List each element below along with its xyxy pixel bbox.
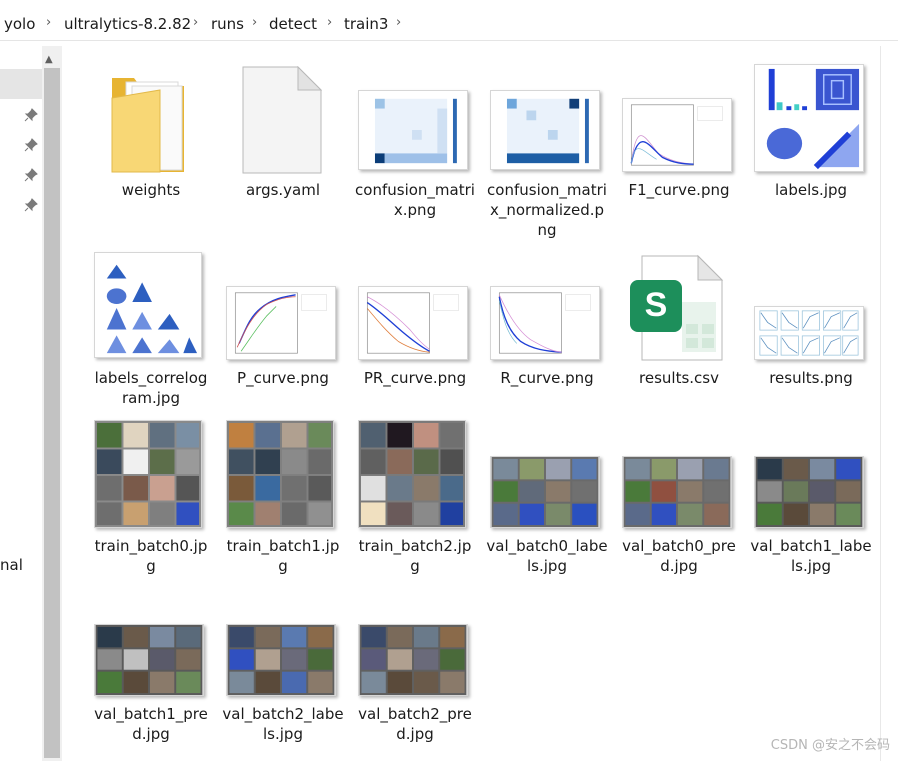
- file-name: labels_correlog ram.jpg: [94, 369, 208, 407]
- file-item-p-curve[interactable]: P_curve.png: [218, 250, 348, 390]
- pr-curve-thumbnail: [358, 286, 468, 360]
- file-item-val-batch1-labels[interactable]: val_batch1_labe ls.jpg: [746, 418, 876, 578]
- file-item-confusion-matrix[interactable]: confusion_matri x.png: [350, 60, 480, 230]
- document-icon: [242, 66, 322, 174]
- file-item-pr-curve[interactable]: PR_curve.png: [350, 250, 480, 390]
- file-name: R_curve.png: [500, 369, 594, 387]
- file-name: results.png: [769, 369, 853, 387]
- chevron-right-icon[interactable]: ›: [327, 15, 332, 30]
- file-name: results.csv: [639, 369, 719, 387]
- image-mosaic-thumbnail: [622, 456, 732, 528]
- p-curve-thumbnail: [226, 286, 336, 360]
- labels-thumbnail: [754, 64, 864, 172]
- breadcrumb: yolo › ultralytics-8.2.82 › runs › detec…: [0, 0, 898, 46]
- file-name: labels.jpg: [774, 181, 848, 199]
- pin-icon[interactable]: [24, 168, 38, 182]
- chevron-right-icon[interactable]: ›: [193, 15, 198, 30]
- image-mosaic-thumbnail: [358, 420, 466, 528]
- breadcrumb-item-runs[interactable]: runs: [211, 15, 244, 33]
- pin-icon[interactable]: [24, 108, 38, 122]
- file-name: val_batch1_pre d.jpg: [94, 705, 208, 743]
- file-name: val_batch2_pre d.jpg: [358, 705, 472, 743]
- file-item-val-batch0-pred[interactable]: val_batch0_pre d.jpg: [614, 418, 744, 578]
- folder-icon: [111, 78, 184, 173]
- image-mosaic-thumbnail: [94, 624, 204, 696]
- file-item-r-curve[interactable]: R_curve.png: [482, 250, 612, 390]
- navigation-pane: nal: [0, 46, 42, 761]
- scrollbar-thumb[interactable]: [44, 68, 60, 758]
- file-name: args.yaml: [245, 181, 321, 199]
- pin-icon[interactable]: [24, 138, 38, 152]
- file-item-train-batch2[interactable]: train_batch2.jp g: [350, 418, 480, 578]
- svg-text:S: S: [645, 286, 668, 324]
- chevron-right-icon[interactable]: ›: [396, 15, 401, 30]
- file-item-train-batch1[interactable]: train_batch1.jp g: [218, 418, 348, 578]
- file-name: train_batch1.jp g: [226, 537, 340, 575]
- confusion-matrix-normalized-thumbnail: [490, 90, 600, 170]
- file-item-val-batch1-pred[interactable]: val_batch1_pre d.jpg: [86, 586, 216, 746]
- nav-selected-item[interactable]: [0, 69, 42, 99]
- confusion-matrix-thumbnail: [358, 90, 468, 170]
- file-item-val-batch2-labels[interactable]: val_batch2_labe ls.jpg: [218, 586, 348, 746]
- breadcrumb-divider: [0, 40, 898, 41]
- chevron-right-icon[interactable]: ›: [46, 15, 51, 30]
- file-name: confusion_matri x.png: [355, 181, 475, 219]
- image-mosaic-thumbnail: [754, 456, 864, 528]
- file-item-confusion-matrix-normalized[interactable]: confusion_matri x_normalized.p ng: [482, 60, 612, 250]
- file-name: val_batch2_labe ls.jpg: [222, 705, 344, 743]
- file-item-results-csv[interactable]: S results.csv: [614, 250, 744, 390]
- file-name: val_batch0_labe ls.jpg: [486, 537, 608, 575]
- image-mosaic-thumbnail: [490, 456, 600, 528]
- breadcrumb-item-train3[interactable]: train3: [344, 15, 388, 33]
- scroll-up-arrow-icon[interactable]: ▲: [45, 54, 53, 65]
- r-curve-thumbnail: [490, 286, 600, 360]
- breadcrumb-item-detect[interactable]: detect: [269, 15, 317, 33]
- file-name: train_batch0.jp g: [94, 537, 208, 575]
- image-mosaic-thumbnail: [226, 420, 334, 528]
- file-name: val_batch0_pre d.jpg: [622, 537, 736, 575]
- pin-icon[interactable]: [24, 198, 38, 212]
- file-item-f1-curve[interactable]: F1_curve.png: [614, 60, 744, 199]
- file-item-args-yaml[interactable]: args.yaml: [218, 60, 348, 199]
- content-right-border: [880, 46, 881, 761]
- file-name: P_curve.png: [237, 369, 329, 387]
- results-thumbnail: [754, 306, 864, 360]
- file-item-weights[interactable]: weights: [86, 60, 216, 199]
- file-item-labels-correlogram[interactable]: labels_correlog ram.jpg: [86, 250, 216, 410]
- image-mosaic-thumbnail: [358, 624, 468, 696]
- file-name: val_batch1_labe ls.jpg: [750, 537, 872, 575]
- file-name: train_batch2.jp g: [358, 537, 472, 575]
- correlogram-thumbnail: [94, 252, 202, 358]
- file-name: weights: [121, 181, 181, 199]
- file-name: F1_curve.png: [628, 181, 730, 199]
- file-item-val-batch0-labels[interactable]: val_batch0_labe ls.jpg: [482, 418, 612, 578]
- nav-scrollbar[interactable]: ▲: [42, 46, 62, 761]
- file-item-results-png[interactable]: results.png: [746, 250, 876, 390]
- image-mosaic-thumbnail: [226, 624, 336, 696]
- file-item-val-batch2-pred[interactable]: val_batch2_pre d.jpg: [350, 586, 480, 746]
- file-name: confusion_matri x_normalized.p ng: [487, 181, 607, 239]
- breadcrumb-item-yolo[interactable]: yolo: [4, 15, 35, 33]
- image-mosaic-thumbnail: [94, 420, 202, 528]
- spreadsheet-icon: S: [630, 254, 724, 361]
- file-item-labels[interactable]: labels.jpg: [746, 60, 876, 199]
- chevron-right-icon[interactable]: ›: [252, 15, 257, 30]
- file-item-train-batch0[interactable]: train_batch0.jp g: [86, 418, 216, 578]
- watermark: CSDN @安之不会码: [770, 738, 890, 753]
- breadcrumb-item-ultralytics[interactable]: ultralytics-8.2.82: [64, 15, 191, 33]
- file-name: PR_curve.png: [363, 369, 467, 387]
- f1-curve-thumbnail: [622, 98, 732, 172]
- nav-item-label[interactable]: nal: [0, 556, 23, 574]
